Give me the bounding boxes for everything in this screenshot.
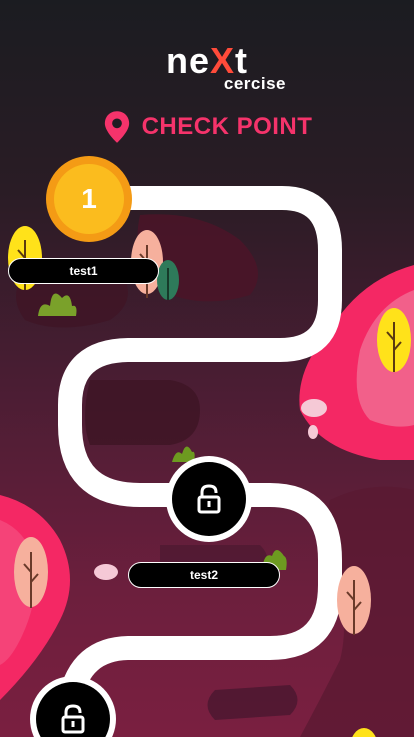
checkpoint-number: 1 — [54, 164, 124, 234]
checkpoint-3-inner — [36, 682, 110, 737]
checkpoint-1-label: test1 — [8, 258, 159, 284]
app-logo: neXt cercise — [0, 40, 414, 93]
checkpoint-2-label: test2 — [128, 562, 280, 588]
location-pin-icon — [104, 111, 129, 143]
lock-icon — [197, 484, 221, 514]
checkpoint-map-screen: neXt cercise CHECK POINT 1 test1 test2 — [0, 0, 414, 737]
lock-icon — [61, 704, 85, 734]
logo-text-ne: ne — [165, 40, 210, 81]
logo-subtext: cercise — [223, 74, 287, 93]
page-header: CHECK POINT — [0, 110, 414, 144]
page-title: CHECK POINT — [141, 113, 313, 140]
checkpoint-2-inner — [172, 462, 246, 536]
checkpoint-2-button[interactable] — [166, 456, 252, 542]
checkpoint-1-button[interactable]: 1 — [46, 156, 132, 242]
